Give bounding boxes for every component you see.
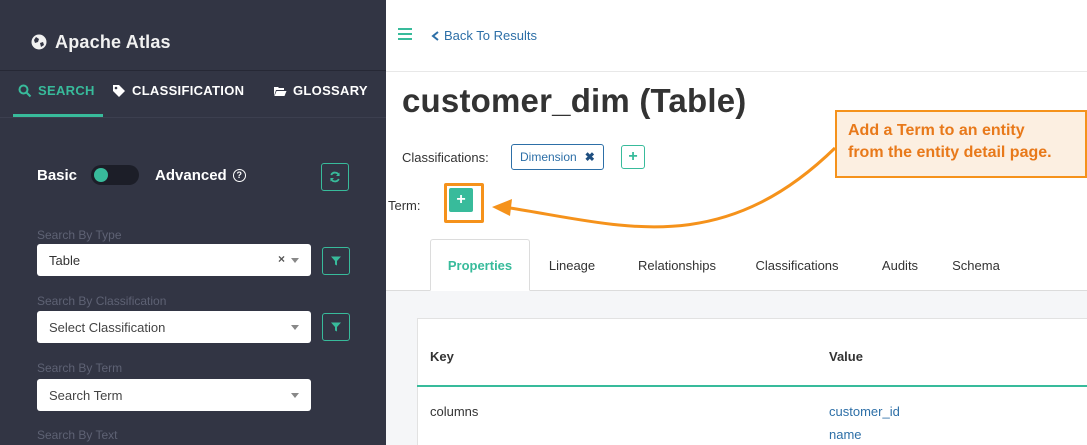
help-icon[interactable]: ? <box>232 168 246 182</box>
add-classification-button[interactable]: + <box>621 145 645 169</box>
search-by-type-select[interactable]: Table × <box>37 244 311 276</box>
tab-glossary[interactable]: GLOSSARY <box>273 83 368 98</box>
tab-properties[interactable]: Properties <box>430 239 530 291</box>
classification-chip-label: Dimension <box>520 150 577 164</box>
tab-schema[interactable]: Schema <box>946 239 1006 291</box>
tab-relationships[interactable]: Relationships <box>628 239 726 291</box>
chevron-down-icon <box>291 393 299 398</box>
search-mode-toggle[interactable] <box>91 165 140 185</box>
add-term-button[interactable]: + <box>449 188 473 212</box>
search-by-term-label: Search By Term <box>37 361 123 375</box>
search-mode-row: Basic Advanced ? <box>37 164 246 186</box>
term-label: Term: <box>388 198 421 213</box>
properties-panel <box>417 318 1087 445</box>
brand-label: Apache Atlas <box>55 31 171 52</box>
value-link[interactable]: name <box>829 427 862 442</box>
table-header-divider <box>417 385 1087 387</box>
search-by-text-label: Search By Text <box>37 428 118 442</box>
filter-icon <box>331 256 341 266</box>
classification-chip[interactable]: Dimension ✖ <box>511 144 604 170</box>
tab-search[interactable]: SEARCH <box>18 83 95 98</box>
clear-type-icon[interactable]: × <box>278 252 285 266</box>
tab-search-label: SEARCH <box>38 83 95 98</box>
term-placeholder: Search Term <box>49 387 123 403</box>
refresh-icon <box>330 171 340 183</box>
page-title: customer_dim (Table) <box>402 82 747 119</box>
app-window: Apache Atlas SEARCH CLASSIFICATION GLOSS… <box>0 0 1087 445</box>
tag-icon <box>113 84 125 97</box>
annotation-callout: Add a Term to an entity from the entity … <box>835 110 1087 178</box>
detail-tabs: Properties Lineage Relationships Classif… <box>430 239 1087 291</box>
search-by-type-value: Table <box>49 252 81 268</box>
basic-label: Basic <box>37 166 78 184</box>
globe-icon <box>31 34 47 50</box>
classification-filter-button[interactable] <box>322 313 350 341</box>
brand[interactable]: Apache Atlas <box>31 31 171 53</box>
column-header-value: Value <box>829 349 863 364</box>
chevron-down-icon <box>291 325 299 330</box>
tab-lineage[interactable]: Lineage <box>542 239 602 291</box>
folder-open-icon <box>274 86 287 96</box>
search-by-term-select[interactable]: Search Term <box>37 379 311 411</box>
search-by-classification-label: Search By Classification <box>37 294 167 308</box>
chevron-down-icon <box>291 258 299 263</box>
toggle-knob <box>94 168 109 182</box>
classification-placeholder: Select Classification <box>49 319 166 335</box>
search-by-classification-select[interactable]: Select Classification <box>37 311 311 343</box>
remove-classification-icon[interactable]: ✖ <box>585 150 595 164</box>
tab-audits[interactable]: Audits <box>875 239 925 291</box>
refresh-button[interactable] <box>321 163 349 191</box>
tab-classifications[interactable]: Classifications <box>742 239 852 291</box>
search-icon <box>18 84 32 97</box>
advanced-label: Advanced <box>155 166 227 184</box>
column-header-key: Key <box>430 349 454 364</box>
tab-classification-label: CLASSIFICATION <box>132 83 245 98</box>
row-key: columns <box>430 404 479 419</box>
sidebar-tabs: SEARCH CLASSIFICATION GLOSSARY <box>0 71 386 115</box>
tabs-divider <box>0 117 386 118</box>
value-link[interactable]: customer_id <box>829 404 900 419</box>
search-by-type-label: Search By Type <box>37 228 122 242</box>
type-filter-button[interactable] <box>322 247 350 275</box>
tab-glossary-label: GLOSSARY <box>293 83 368 98</box>
callout-line-2: from the entity detail page. <box>848 144 1052 161</box>
tab-classification[interactable]: CLASSIFICATION <box>112 83 244 98</box>
filter-icon <box>331 322 341 332</box>
callout-line-1: Add a Term to an entity <box>848 122 1025 139</box>
classifications-label: Classifications: <box>402 150 489 165</box>
sidebar: Apache Atlas SEARCH CLASSIFICATION GLOSS… <box>0 0 386 445</box>
